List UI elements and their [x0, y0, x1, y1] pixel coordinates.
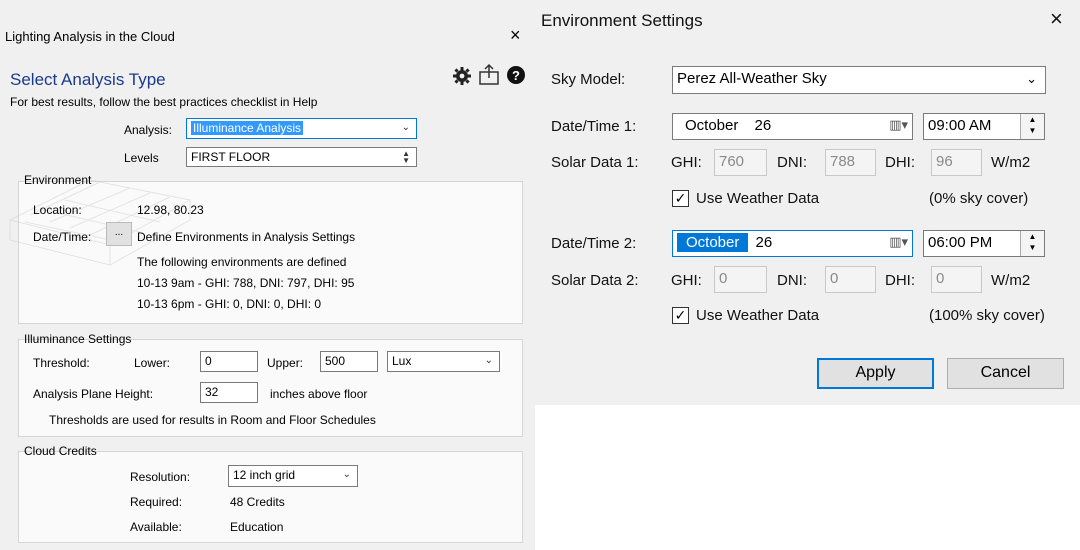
solar-data1-label: Solar Data 1:	[551, 154, 639, 171]
dialog-title: Lighting Analysis in the Cloud	[5, 29, 175, 44]
lower-label: Lower:	[134, 356, 171, 370]
close-icon[interactable]: ×	[1050, 6, 1063, 32]
datetime1-label: Date/Time 1:	[551, 118, 637, 135]
define-environments-button[interactable]: ...	[106, 222, 132, 246]
plane-height-label: Analysis Plane Height:	[33, 387, 154, 401]
resolution-select[interactable]: 12 inch grid ⌄	[228, 465, 358, 487]
datetime2-day: 26	[755, 234, 773, 251]
datetime1-time-input[interactable]: 09:00 AM ▲ ▼	[923, 113, 1045, 140]
illuminance-title: Illuminance Settings	[24, 332, 132, 346]
levels-select[interactable]: FIRST FLOOR ▲ ▼	[186, 147, 417, 167]
use-weather-data1-checkbox[interactable]: ✓	[672, 190, 689, 207]
location-label: Location:	[33, 203, 82, 217]
analysis-value: Illuminance Analysis	[191, 121, 304, 135]
upper-threshold-input[interactable]: 500	[320, 351, 378, 372]
upper-label: Upper:	[267, 356, 304, 370]
levels-value: FIRST FLOOR	[191, 150, 271, 164]
required-label: Required:	[130, 495, 183, 509]
close-icon[interactable]: ×	[510, 25, 521, 46]
solar1-unit: W/m2	[991, 154, 1031, 171]
available-label: Available:	[130, 520, 182, 534]
lighting-analysis-dialog: Lighting Analysis in the Cloud × Select …	[0, 0, 535, 550]
dhi2-input[interactable]: 0	[931, 266, 982, 293]
dhi1-label: DHI:	[885, 154, 915, 171]
required-value: 48 Credits	[230, 495, 285, 509]
dhi1-input[interactable]: 96	[931, 149, 982, 176]
dni2-input[interactable]: 0	[825, 266, 876, 293]
unit-select[interactable]: Lux ⌄	[387, 351, 500, 372]
resolution-value: 12 inch grid	[233, 468, 296, 482]
apply-button[interactable]: Apply	[817, 358, 934, 389]
dialog-title: Environment Settings	[541, 11, 703, 30]
lower-threshold-input[interactable]: 0	[200, 351, 258, 372]
plane-height-input[interactable]: 32	[200, 382, 258, 403]
dni2-label: DNI:	[777, 272, 807, 289]
environment-2: 10-13 6pm - GHI: 0, DNI: 0, DHI: 0	[137, 297, 322, 311]
chevron-down-icon: ⌄	[1026, 71, 1037, 86]
solar2-unit: W/m2	[991, 272, 1031, 289]
plane-height-unit: inches above floor	[270, 387, 368, 401]
location-value: 12.98, 80.23	[137, 203, 204, 217]
cloud-credits-title: Cloud Credits	[24, 444, 97, 458]
analysis-select[interactable]: Illuminance Analysis ⌄	[186, 118, 417, 139]
datetime2-label: Date/Time 2:	[551, 235, 637, 252]
dni1-input[interactable]: 788	[825, 149, 876, 176]
chevron-down-icon: ⌄	[484, 355, 493, 366]
unit-value: Lux	[392, 354, 412, 368]
sky-cover2: (100% sky cover)	[929, 307, 1045, 324]
datetime2-time: 06:00 PM	[928, 234, 993, 251]
use-weather-data2-checkbox[interactable]: ✓	[672, 307, 689, 324]
datetime2-date-picker[interactable]: October 26 ▥▾	[672, 230, 913, 257]
environment-title: Environment	[24, 173, 92, 187]
chevron-down-icon: ⌄	[401, 122, 410, 133]
calendar-icon[interactable]: ▥▾	[889, 117, 908, 133]
ghi2-label: GHI:	[671, 272, 702, 289]
chevron-down-icon: ⌄	[342, 469, 351, 480]
available-value: Education	[230, 520, 284, 534]
dni1-label: DNI:	[777, 154, 807, 171]
time-spinner-icon[interactable]: ▲ ▼	[1020, 114, 1044, 139]
ghi1-label: GHI:	[671, 154, 702, 171]
solar-data2-label: Solar Data 2:	[551, 272, 639, 289]
svg-text:?: ?	[512, 68, 520, 83]
datetime2-month: October	[677, 233, 749, 252]
environment-1: 10-13 9am - GHI: 788, DNI: 797, DHI: 95	[137, 276, 355, 290]
dhi2-label: DHI:	[885, 272, 915, 289]
ghi2-input[interactable]: 0	[714, 266, 767, 293]
sky-model-label: Sky Model:	[551, 71, 626, 88]
environments-note: The following environments are defined	[137, 255, 347, 269]
use-weather-data1-label: Use Weather Data	[696, 190, 820, 207]
use-weather-data2-label: Use Weather Data	[696, 307, 820, 324]
datetime1-time: 09:00 AM	[928, 117, 992, 134]
subtitle: For best results, follow the best practi…	[10, 95, 318, 109]
threshold-label: Threshold:	[33, 356, 90, 370]
help-icon[interactable]: ?	[506, 65, 526, 85]
datetime-label: Date/Time:	[33, 230, 92, 244]
sky-model-value: Perez All-Weather Sky	[677, 70, 827, 87]
resolution-label: Resolution:	[130, 470, 191, 484]
section-heading: Select Analysis Type	[10, 70, 166, 89]
datetime2-time-input[interactable]: 06:00 PM ▲ ▼	[923, 230, 1045, 257]
datetime-text: Define Environments in Analysis Settings	[137, 230, 356, 244]
time-spinner-icon[interactable]: ▲ ▼	[1020, 231, 1044, 256]
gear-icon[interactable]	[452, 66, 472, 86]
datetime1-day: 26	[754, 117, 772, 134]
ghi1-input[interactable]: 760	[714, 149, 767, 176]
analysis-label: Analysis:	[124, 123, 173, 137]
sky-model-select[interactable]: Perez All-Weather Sky ⌄	[672, 66, 1046, 94]
environment-settings-dialog: Environment Settings × Sky Model: Perez …	[535, 0, 1080, 405]
datetime1-month: October	[685, 117, 739, 134]
cancel-button[interactable]: Cancel	[947, 358, 1064, 389]
datetime1-date-picker[interactable]: October 26 ▥▾	[672, 113, 913, 140]
threshold-note: Thresholds are used for results in Room …	[49, 413, 376, 427]
calendar-icon[interactable]: ▥▾	[889, 234, 908, 250]
sky-cover1: (0% sky cover)	[929, 190, 1029, 207]
spinner-icon: ▲ ▼	[402, 149, 410, 165]
export-icon[interactable]	[478, 62, 500, 86]
